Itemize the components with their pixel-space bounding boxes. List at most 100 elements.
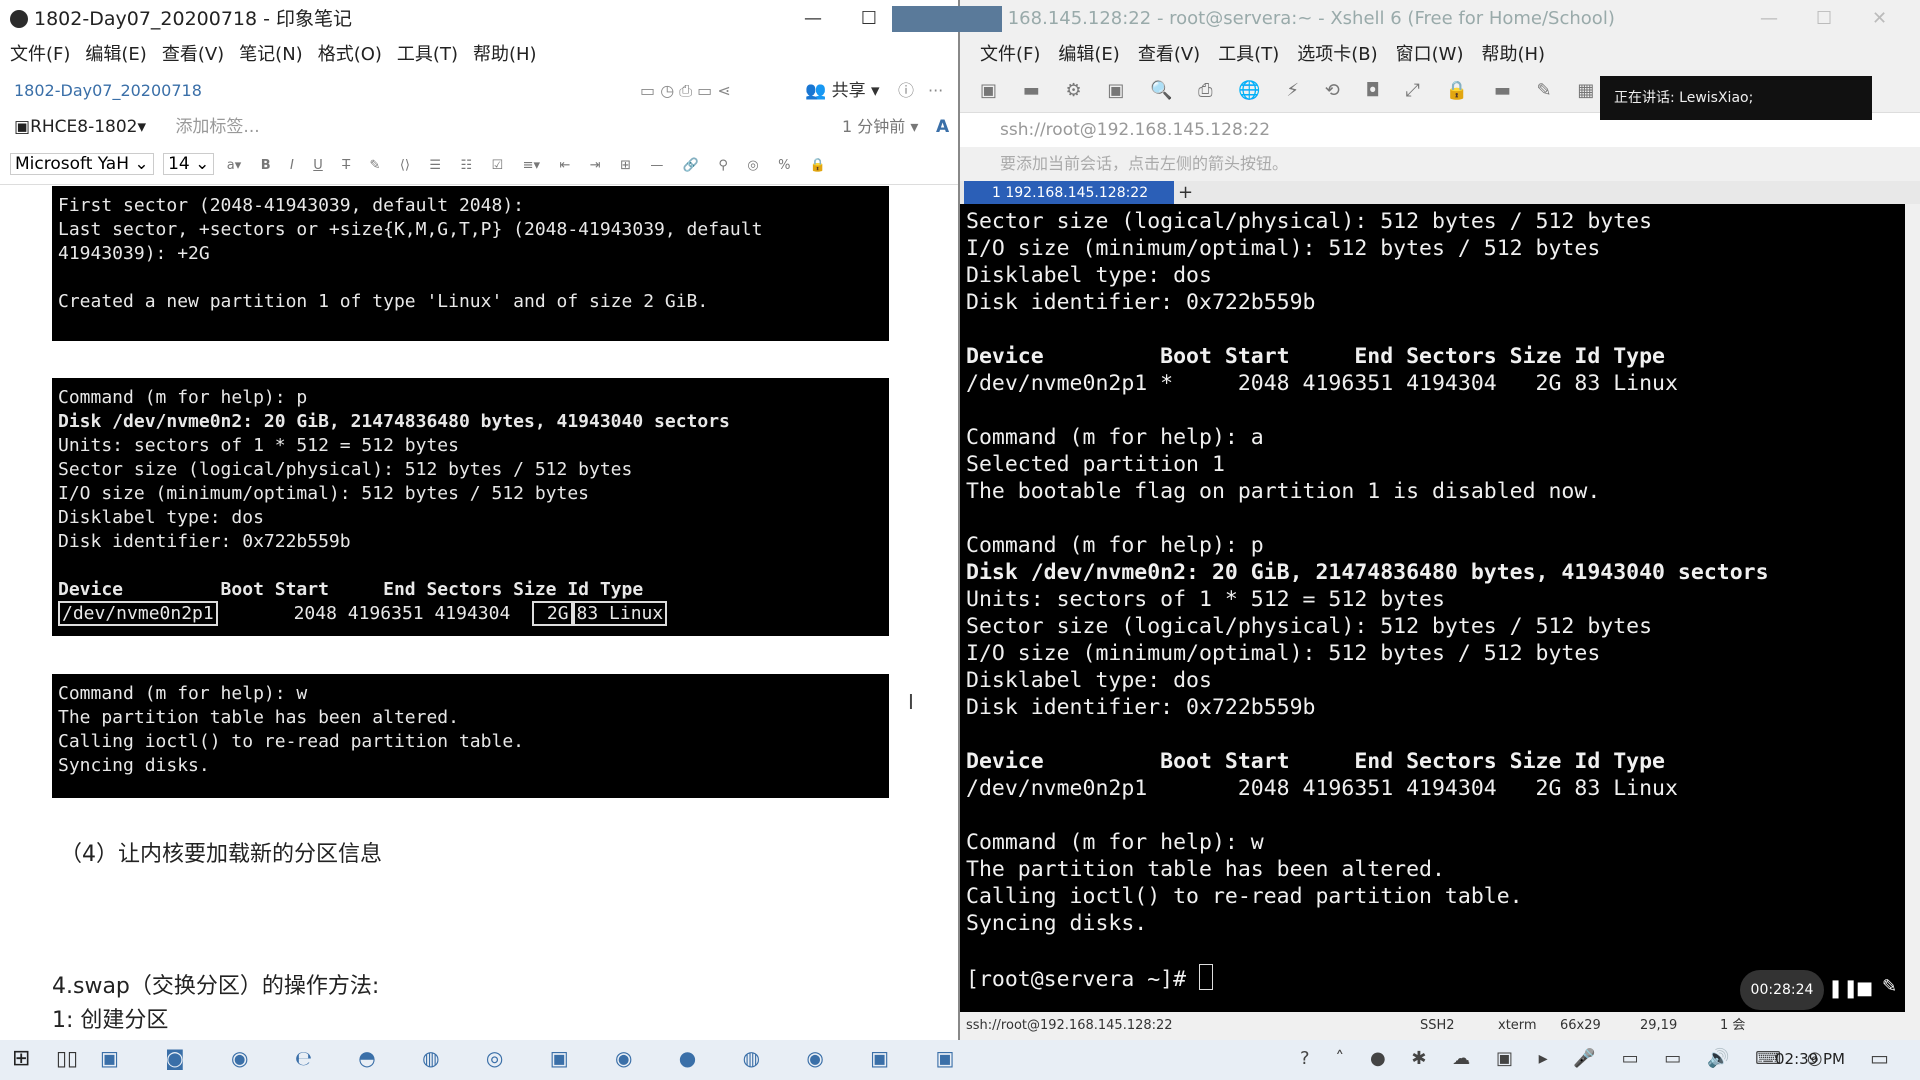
pinned-apps-icons[interactable]: ▣ ◙ ◉ ℮ ◓ ◍ ◎ ▣ ◉ ● ◍ ◉ ▣ ▣ bbox=[100, 1046, 974, 1070]
pen-icon[interactable]: ✎ bbox=[1882, 976, 1897, 997]
step-4-text: （4）让内核要加载新的分区信息 bbox=[60, 842, 382, 867]
info-icon[interactable]: ⓘ bbox=[898, 72, 914, 110]
status-term: xterm bbox=[1498, 1018, 1537, 1033]
table-icon[interactable]: ⊞ bbox=[620, 146, 631, 186]
link-icon[interactable]: 🔗 bbox=[683, 146, 699, 186]
status-cursor: 29,19 bbox=[1640, 1018, 1678, 1033]
evernote-menubar: 文件(F) 编辑(E) 查看(V) 笔记(N) 格式(O) 工具(T) 帮助(H) bbox=[0, 38, 958, 72]
font-color-icon[interactable]: a▾ bbox=[227, 146, 242, 186]
lock-icon[interactable]: 🔒 bbox=[810, 146, 826, 186]
align-icon[interactable]: ≡▾ bbox=[523, 146, 540, 186]
notification-icon[interactable]: ▭ bbox=[1870, 1046, 1889, 1070]
terminal-scrollbar[interactable] bbox=[1905, 204, 1920, 1012]
xshell-window-title: 168.145.128:22 - root@servera:~ - Xshell… bbox=[1007, 8, 1615, 29]
attach-icon[interactable]: ⚲ bbox=[718, 146, 728, 186]
xs-menu-tools[interactable]: 工具(T) bbox=[1218, 44, 1279, 65]
menu-tools[interactable]: 工具(T) bbox=[397, 44, 458, 65]
term-block-2: Command (m for help): a Selected partiti… bbox=[966, 425, 1601, 558]
code2-disk: Disk /dev/nvme0n2: 20 GiB, 21474836480 b… bbox=[58, 411, 730, 432]
code2-device: /dev/nvme0n2p1 bbox=[58, 601, 218, 626]
outdent-icon[interactable]: ⇤ bbox=[559, 146, 570, 186]
notebook-name: RHCE8-1802 bbox=[30, 117, 138, 137]
bold-icon[interactable]: B bbox=[261, 146, 271, 186]
xshell-minimize-icon[interactable]: — bbox=[1760, 0, 1778, 38]
code-icon[interactable]: ⟨⟩ bbox=[400, 146, 410, 186]
session-tab[interactable]: 1 192.168.145.128:22 bbox=[964, 181, 1174, 205]
menu-edit[interactable]: 编辑(E) bbox=[85, 44, 146, 65]
font-size-select[interactable]: 14 ⌄ bbox=[163, 153, 215, 175]
font-family-select[interactable]: Microsoft YaH ⌄ bbox=[10, 153, 154, 175]
strikethrough-icon[interactable]: T bbox=[342, 146, 350, 186]
xs-menu-file[interactable]: 文件(F) bbox=[980, 44, 1040, 65]
clock[interactable]: 02:39 PM bbox=[1775, 1050, 1845, 1068]
start-icon[interactable]: ⊞ bbox=[12, 1046, 30, 1071]
terminal-cursor bbox=[1199, 964, 1213, 990]
recording-overlay bbox=[892, 6, 1002, 32]
xshell-menubar: 文件(F) 编辑(E) 查看(V) 工具(T) 选项卡(B) 窗口(W) 帮助(H) bbox=[960, 38, 1920, 72]
xs-menu-help[interactable]: 帮助(H) bbox=[1481, 44, 1545, 65]
new-tab-button[interactable]: + bbox=[1178, 181, 1193, 205]
pause-icon[interactable]: ❚❚ bbox=[1828, 978, 1858, 999]
font-size: 14 bbox=[168, 154, 190, 174]
format-toolbar: Microsoft YaH ⌄ 14 ⌄ a▾ B I U T ✎ ⟨⟩ ☰ ☷… bbox=[0, 144, 958, 185]
code-block-print: Command (m for help): p Disk /dev/nvme0n… bbox=[52, 378, 889, 636]
menu-format[interactable]: 格式(O) bbox=[318, 44, 382, 65]
term-row-1: /dev/nvme0n2p1 * 2048 4196351 4194304 2G… bbox=[966, 371, 1678, 396]
text-style-icon[interactable]: A bbox=[936, 110, 949, 144]
percent-icon[interactable]: % bbox=[778, 146, 790, 186]
underline-icon[interactable]: U bbox=[313, 146, 323, 186]
term-header-1: Device Boot Start End Sectors Size Id Ty… bbox=[966, 344, 1665, 369]
xs-menu-tabs[interactable]: 选项卡(B) bbox=[1297, 44, 1377, 65]
term-block-3: Units: sectors of 1 * 512 = 512 bytes Se… bbox=[966, 587, 1653, 720]
terminal-output[interactable]: Sector size (logical/physical): 512 byte… bbox=[960, 204, 1905, 1012]
xshell-toolbar-icons[interactable]: ▣ ▬ ⚙ ▣ 🔍 ⎙ 🌐 ⚡ ⟲ ◘ ⤢ 🔒 ▬ ✎ ▦ bbox=[980, 80, 1604, 101]
hint-text: 要添加当前会话，点击左侧的箭头按钮。 bbox=[1000, 154, 1289, 173]
term-block-1: Sector size (logical/physical): 512 byte… bbox=[966, 209, 1653, 315]
menu-help[interactable]: 帮助(H) bbox=[473, 44, 537, 65]
add-tag-input[interactable]: 添加标签... bbox=[175, 117, 259, 137]
checkbox-icon[interactable]: ☑ bbox=[492, 146, 504, 186]
code2-size: 2G bbox=[532, 601, 573, 626]
numbered-list-icon[interactable]: ☷ bbox=[460, 146, 472, 186]
xshell-statusbar: ssh://root@192.168.145.128:22 SSH2 xterm… bbox=[960, 1012, 1920, 1040]
note-info-bar: 1802-Day07_20200718 ▭ ◷ ⎙ ▭ ⋖ 👥 共享 ▾ ⓘ ·… bbox=[0, 72, 958, 110]
note-toolbar-icons[interactable]: ▭ ◷ ⎙ ▭ ⋖ bbox=[640, 72, 731, 110]
record-icon[interactable]: ◎ bbox=[747, 146, 758, 186]
edited-time-label: 1 分钟前 bbox=[842, 117, 906, 136]
xshell-maximize-icon[interactable]: ☐ bbox=[1816, 0, 1832, 38]
note-name[interactable]: 1802-Day07_20200718 bbox=[14, 81, 202, 100]
recording-timer: 00:28:24 bbox=[1740, 970, 1824, 1010]
divider-icon[interactable]: — bbox=[650, 146, 663, 186]
menu-view[interactable]: 查看(V) bbox=[162, 44, 224, 65]
italic-icon[interactable]: I bbox=[290, 146, 294, 186]
xs-menu-edit[interactable]: 编辑(E) bbox=[1058, 44, 1119, 65]
status-size: 66x29 bbox=[1560, 1018, 1601, 1033]
indent-icon[interactable]: ⇥ bbox=[590, 146, 601, 186]
xshell-close-icon[interactable]: ✕ bbox=[1872, 0, 1887, 38]
windows-taskbar: ⊞ ▯▯ ▣ ◙ ◉ ℮ ◓ ◍ ◎ ▣ ◉ ● ◍ ◉ ▣ ▣ ? ˄ ● ✱… bbox=[0, 1040, 1920, 1080]
menu-note[interactable]: 笔记(N) bbox=[239, 44, 303, 65]
code2-rest: Units: sectors of 1 * 512 = 512 bytes Se… bbox=[58, 435, 633, 552]
xs-menu-window[interactable]: 窗口(W) bbox=[1396, 44, 1464, 65]
xs-menu-view[interactable]: 查看(V) bbox=[1138, 44, 1200, 65]
step-1-text: 1: 创建分区 bbox=[52, 1008, 169, 1033]
code2-nums: 2048 4196351 4194304 bbox=[217, 603, 511, 624]
bullet-list-icon[interactable]: ☰ bbox=[429, 146, 441, 186]
evernote-titlebar: 1802-Day07_20200718 - 印象笔记 — ☐ bbox=[0, 0, 958, 38]
task-view-icon[interactable]: ▯▯ bbox=[56, 1046, 78, 1070]
more-icon[interactable]: ··· bbox=[928, 72, 943, 110]
system-tray-icons[interactable]: ? ˄ ● ✱ ☁ ▣ ▸ 🎤 ▭ ▭ 🔊 ⌨ ◎ bbox=[1300, 1048, 1833, 1069]
notebook-selector[interactable]: ▣RHCE8-1802▾ bbox=[14, 117, 146, 137]
menu-file[interactable]: 文件(F) bbox=[10, 44, 70, 65]
status-protocol: SSH2 bbox=[1420, 1018, 1455, 1033]
edited-time: 1 分钟前 ▾ bbox=[842, 117, 919, 136]
xshell-titlebar: 168.145.128:22 - root@servera:~ - Xshell… bbox=[892, 0, 1920, 38]
minimize-icon[interactable]: — bbox=[790, 0, 836, 38]
share-button[interactable]: 👥 共享 ▾ bbox=[805, 72, 880, 110]
maximize-icon[interactable]: ☐ bbox=[846, 0, 892, 38]
code2-type: 83 Linux bbox=[572, 601, 668, 626]
evernote-app-icon bbox=[10, 10, 28, 28]
highlight-icon[interactable]: ✎ bbox=[370, 146, 381, 186]
text-cursor-icon: I bbox=[908, 690, 914, 714]
stop-icon[interactable]: ■ bbox=[1856, 978, 1873, 999]
